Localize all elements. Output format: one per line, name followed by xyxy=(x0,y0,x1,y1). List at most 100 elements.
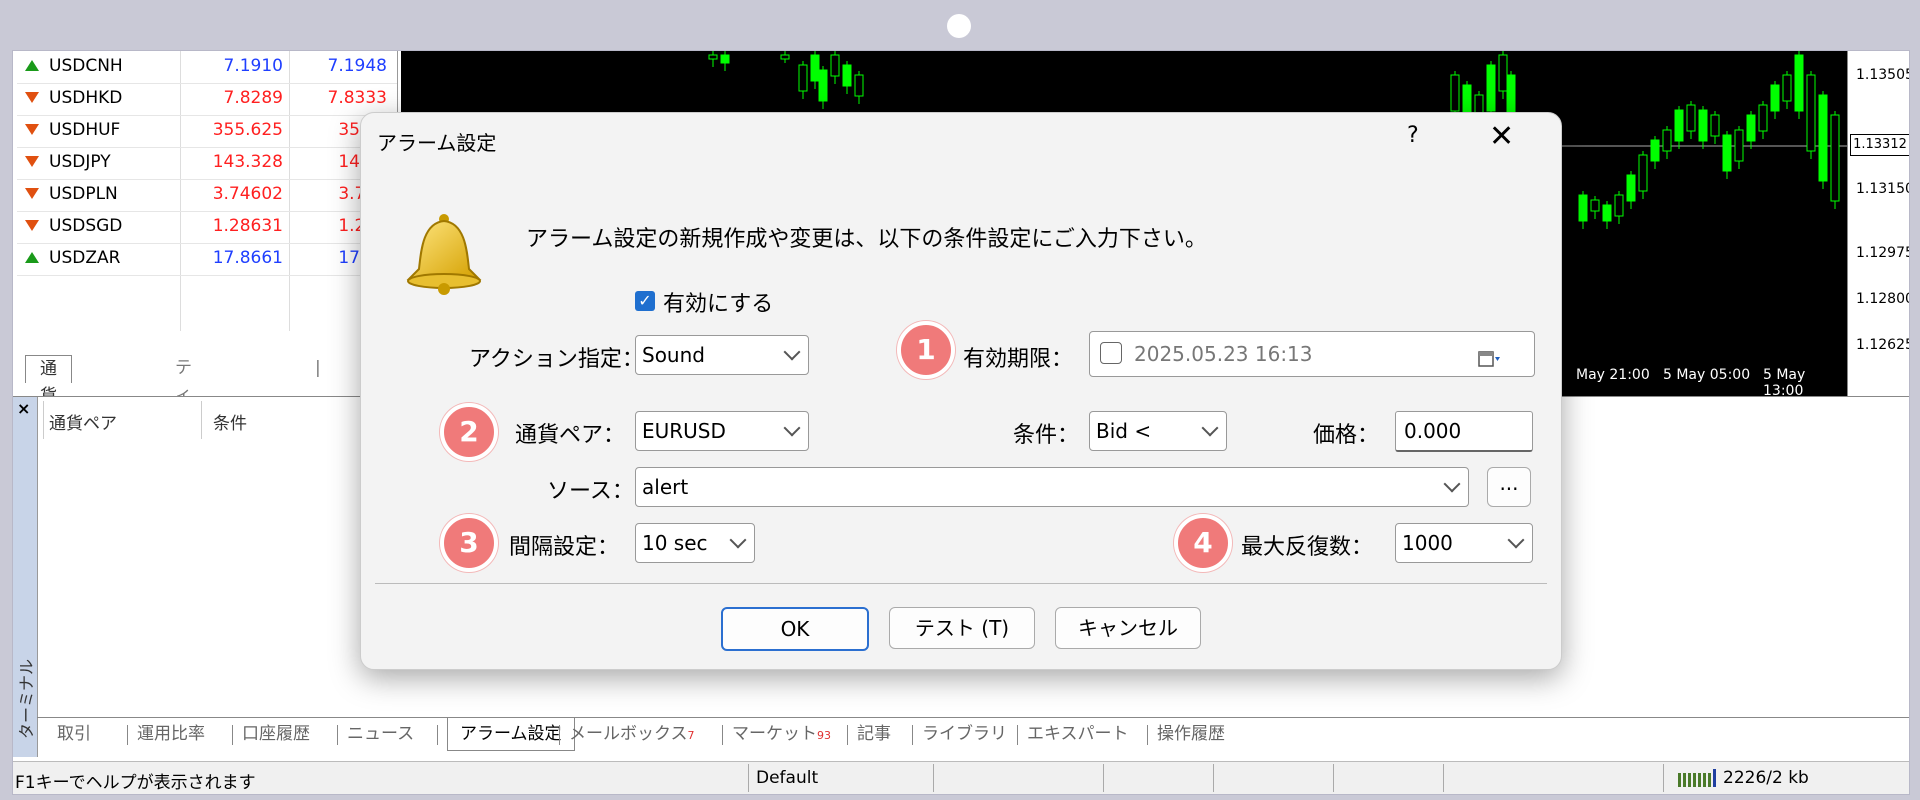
symbol-name: USDZAR xyxy=(49,248,121,268)
status-separator xyxy=(748,764,749,792)
chevron-down-icon xyxy=(783,419,801,437)
terminal-tab-label: 操作履歴 xyxy=(1157,724,1225,744)
candle-body xyxy=(1498,54,1508,92)
ok-button[interactable]: OK xyxy=(721,607,869,651)
market-watch-row[interactable]: USDPLN3.746023.749 xyxy=(17,179,397,212)
candle-body xyxy=(1806,74,1816,152)
terminal-tab-label: 記事 xyxy=(857,724,891,744)
status-separator xyxy=(1103,764,1104,792)
cancel-button[interactable]: キャンセル xyxy=(1055,607,1201,649)
terminal-tab[interactable]: 運用比率 xyxy=(137,718,205,750)
action-select[interactable]: Sound xyxy=(635,335,809,375)
status-profile: Default xyxy=(756,768,819,788)
market-watch-row[interactable]: USDHKD 7.8289 7.8333 xyxy=(17,83,397,116)
bid-price: 3.74602 xyxy=(212,184,283,204)
terminal-tab-label: 運用比率 xyxy=(137,724,205,744)
column-header-condition[interactable]: 条件 xyxy=(213,409,247,434)
tab-separator xyxy=(722,725,723,745)
terminal-tab-label: メールボックス xyxy=(569,724,688,744)
candle-body xyxy=(842,64,852,87)
terminal-tab-label: エキスパート xyxy=(1027,724,1129,744)
candle-body xyxy=(720,54,730,64)
candle-body xyxy=(810,54,820,82)
candle-body xyxy=(1578,194,1588,222)
terminal-tab[interactable]: メールボックス7 xyxy=(569,718,695,750)
source-label: ソース： xyxy=(547,479,634,504)
column-header-symbol[interactable]: 通貨ペア xyxy=(49,409,117,434)
condition-select[interactable]: Bid < xyxy=(1089,411,1227,451)
candle-body xyxy=(1674,109,1684,142)
interval-select[interactable]: 10 sec xyxy=(635,523,755,563)
dialog-divider xyxy=(375,583,1547,584)
interval-select-value: 10 sec xyxy=(642,531,708,555)
enable-label: 有効にする xyxy=(663,292,774,317)
terminal-tab-badge: 93 xyxy=(817,729,831,742)
terminal-tab[interactable]: ニュース xyxy=(347,718,414,750)
alarm-settings-dialog: アラーム設定 ? ✕ アラーム設定の新規作成や変更は、以下の条件設定にご入力下さ… xyxy=(360,112,1562,670)
close-button[interactable]: ✕ xyxy=(1489,119,1514,154)
symbol-name: USDHUF xyxy=(49,120,121,140)
annotation-badge-3: 3 xyxy=(440,514,498,572)
interval-label: 間隔設定： xyxy=(509,535,620,560)
max-repeat-select-value: 1000 xyxy=(1402,531,1453,555)
tab-separator xyxy=(437,725,438,745)
candle-body xyxy=(1794,54,1804,112)
price-tick: 1.12975 xyxy=(1856,245,1910,261)
expiry-datetime-field[interactable]: 2025.05.23 16:13 xyxy=(1089,331,1535,377)
terminal-label: ターミナル xyxy=(17,658,36,739)
terminal-tab-label: 口座履歴 xyxy=(242,724,310,744)
candle-body xyxy=(1710,114,1720,137)
market-watch-row[interactable]: USDZAR17.866117.88 xyxy=(17,243,397,276)
symbol-name: USDHKD xyxy=(49,88,123,108)
browse-button[interactable]: ... xyxy=(1487,467,1531,507)
market-watch-row[interactable]: USDJPY143.328143.3 xyxy=(17,147,397,180)
status-separator xyxy=(1443,764,1444,792)
calendar-icon[interactable] xyxy=(1478,349,1500,369)
time-tick: May 21:00 xyxy=(1576,367,1650,383)
expiry-label: 有効期限： xyxy=(963,347,1074,372)
candle-body xyxy=(1770,84,1780,112)
terminal-tab[interactable]: アラーム設定 xyxy=(447,718,575,751)
candle-body xyxy=(1686,104,1696,132)
price-tick: 1.12625 xyxy=(1856,337,1910,353)
arrow-up-icon xyxy=(25,252,39,263)
chevron-down-icon xyxy=(783,343,801,361)
market-watch-row[interactable]: USDCNH 7.1910 7.1948 xyxy=(17,51,397,84)
candle-body xyxy=(780,54,790,60)
candle-body xyxy=(1758,104,1768,132)
status-traffic: 2226/2 kb xyxy=(1723,768,1809,788)
max-repeat-select[interactable]: 1000 xyxy=(1395,523,1533,563)
market-watch-row[interactable]: USDHUF355.625356.1 xyxy=(17,115,397,148)
source-select[interactable]: alert xyxy=(635,467,1469,507)
bid-price: 355.625 xyxy=(212,120,283,140)
terminal-tab[interactable]: エキスパート xyxy=(1027,718,1129,750)
candle-body xyxy=(708,54,718,60)
terminal-tab[interactable]: ライブラリ xyxy=(922,718,1007,750)
help-button[interactable]: ? xyxy=(1407,123,1419,148)
close-icon[interactable]: × xyxy=(17,399,30,418)
condition-label: 条件： xyxy=(1013,423,1080,448)
status-separator xyxy=(1663,764,1664,792)
tab-separator xyxy=(847,725,848,745)
symbol-select[interactable]: EURUSD xyxy=(635,411,809,451)
terminal-tab[interactable]: 記事 xyxy=(857,718,891,750)
price-input[interactable]: 0.000 xyxy=(1395,411,1533,452)
tab-symbol-list[interactable]: 通貨ペアリスト xyxy=(25,355,72,541)
test-button[interactable]: テスト (T) xyxy=(889,607,1035,649)
bid-price: 7.8289 xyxy=(223,88,283,108)
market-watch-row[interactable]: USDSGD1.286311.288 xyxy=(17,211,397,244)
terminal-tab[interactable]: マーケット93 xyxy=(732,718,831,750)
tab-separator: | xyxy=(315,358,321,378)
arrow-down-icon xyxy=(25,156,39,167)
expiry-checkbox[interactable] xyxy=(1100,342,1122,364)
terminal-tab[interactable]: 操作履歴 xyxy=(1157,718,1225,750)
terminal-tab-label: 取引 xyxy=(57,724,91,744)
candle-body xyxy=(1782,74,1792,102)
enable-checkbox[interactable]: ✓ xyxy=(635,291,655,311)
column-separator xyxy=(201,401,202,439)
price-input-value: 0.000 xyxy=(1404,419,1462,443)
arrow-down-icon xyxy=(25,220,39,231)
terminal-tab[interactable]: 取引 xyxy=(57,718,91,750)
tab-tick-chart[interactable]: ティックチャート xyxy=(175,355,192,567)
terminal-tab[interactable]: 口座履歴 xyxy=(242,718,310,750)
